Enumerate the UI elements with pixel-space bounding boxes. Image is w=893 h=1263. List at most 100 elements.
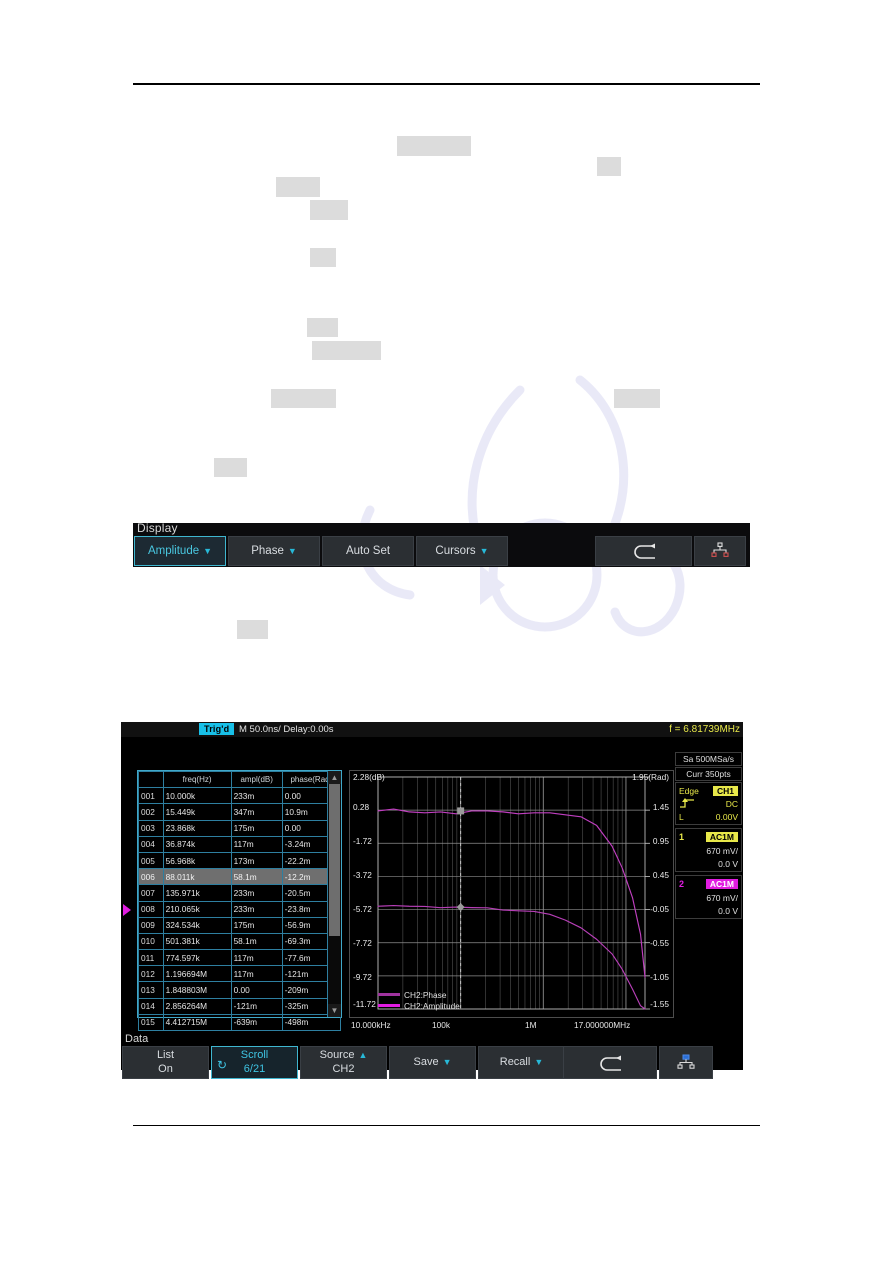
table-row[interactable]: 007 135.971k 233m -20.5m [138, 884, 342, 902]
channel-2-scale: 670 mV/ [706, 892, 738, 903]
channel-2-box[interactable]: 2 AC1M 670 mV/ 0.0 V [675, 875, 742, 919]
data-return-button[interactable] [563, 1046, 657, 1079]
frequency-readout: f = 6.81739MHz [669, 724, 740, 735]
channel-2-coupling: AC1M [705, 879, 738, 889]
table-row[interactable]: 002 15.449k 347m 10.9m [138, 803, 342, 821]
channel-1-box[interactable]: 1 AC1M 670 mV/ 0.0 V [675, 828, 742, 872]
x-tick-3: 17.000000MHz [574, 1020, 631, 1030]
display-button-auto-set[interactable]: Auto Set [322, 536, 414, 566]
chevron-up-icon: ▲ [358, 1050, 368, 1060]
trigger-slope-row: DC [679, 797, 738, 810]
table-cell-idx: 011 [138, 949, 164, 967]
table-cell-a: 0.00 [230, 981, 283, 999]
channel-1-offset-row: 0.0 V [679, 857, 738, 870]
table-row[interactable]: 001 10.000k 233m 0.00 [138, 787, 342, 805]
table-cell-a: 58.1m [230, 868, 283, 886]
table-row[interactable]: 008 210.065k 233m -23.8m [138, 900, 342, 918]
table-cell-f: 36.874k [162, 835, 232, 853]
data-button-value: On [158, 1062, 173, 1075]
measurement-table[interactable]: freq(Hz) ampl(dB) phase(Rad) 001 10.000k 233… [137, 770, 342, 1032]
display-network-button[interactable] [694, 536, 746, 566]
table-row[interactable]: 004 36.874k 117m -3.24m [138, 835, 342, 853]
table-cell-idx: 007 [138, 884, 164, 902]
table-header-2: ampl(dB) [230, 770, 283, 789]
data-button-save[interactable]: Save ▼ [389, 1046, 476, 1079]
bode-plot[interactable]: 2.28(dB) 0.28 -1.72 -3.72 -5.72 -7.72 -9… [349, 770, 674, 1018]
table-cell-a: 117m [230, 965, 283, 983]
right-axis-label-3: 0.45 [652, 870, 669, 880]
table-row[interactable]: 013 1.848803M 0.00 -209m [138, 981, 342, 999]
header-rule [133, 83, 760, 85]
scroll-up-icon[interactable]: ▲ [328, 771, 341, 784]
chevron-down-icon: ▼ [479, 545, 489, 556]
left-axis-label-1: 0.28 [353, 802, 370, 812]
measurement-table-grid: freq(Hz) ampl(dB) phase(Rad) 001 10.000k 233… [138, 770, 342, 1032]
x-tick-1: 100k [432, 1020, 450, 1030]
table-row[interactable]: 015 4.412715M -639m -498m [138, 1013, 342, 1032]
table-cell-a: 233m [230, 884, 283, 902]
table-row[interactable]: 014 2.856264M -121m -325m [138, 997, 342, 1015]
scope-body: freq(Hz) ampl(dB) phase(Rad) 001 10.000k 233… [121, 737, 743, 1047]
table-header-row: freq(Hz) ampl(dB) phase(Rad) [138, 770, 342, 789]
table-cell-idx: 010 [138, 932, 164, 951]
data-button-source[interactable]: Source ▲ CH2 [300, 1046, 387, 1079]
table-cell-idx: 006 [138, 868, 164, 886]
table-body: 001 10.000k 233m 0.00 002 15.449k 347m 10.9m 003… [138, 787, 342, 1032]
table-cell-f: 56.968k [162, 851, 232, 870]
redacted-block-5 [307, 318, 338, 337]
sample-rate-box: Sa 500MSa/s [675, 752, 742, 766]
scrollbar-thumb[interactable] [329, 784, 340, 936]
display-return-button[interactable] [595, 536, 692, 566]
left-axis-label-2: -1.72 [353, 836, 372, 846]
table-cell-idx: 002 [138, 803, 164, 821]
data-button-label: Scroll [240, 1048, 269, 1061]
redacted-block-0 [397, 136, 471, 156]
data-button-value: 6/21 [243, 1062, 266, 1075]
table-cell-idx: 012 [138, 965, 164, 983]
bode-plot-canvas [377, 776, 650, 1010]
data-network-button[interactable] [659, 1046, 713, 1079]
timebase-readout: M 50.0ns/ Delay:0.00s [239, 724, 334, 735]
trigger-box[interactable]: Edge CH1 DC L 0.00V [675, 782, 742, 825]
table-row[interactable]: 011 774.597k 117m -77.6m [138, 949, 342, 967]
table-cell-idx: 005 [138, 851, 164, 870]
display-button-cursors[interactable]: Cursors ▼ [416, 536, 508, 566]
table-row[interactable]: 003 23.868k 175m 0.00 [138, 819, 342, 837]
left-axis-label-3: -3.72 [353, 870, 372, 880]
table-cell-f: 15.449k [162, 803, 232, 821]
table-cell-f: 774.597k [162, 949, 232, 967]
trigger-type-row: Edge CH1 [679, 784, 738, 797]
table-scrollbar[interactable]: ▲ ▼ [327, 771, 341, 1017]
table-header-0 [138, 770, 164, 789]
table-row[interactable]: 006 88.011k 58.1m -12.2m [138, 868, 342, 886]
x-tick-2: 1M [525, 1020, 537, 1030]
data-button-label: Recall [499, 1055, 531, 1068]
redacted-block-9 [214, 458, 247, 477]
table-cell-idx: 003 [138, 819, 164, 837]
return-arrow-icon [633, 543, 655, 559]
data-button-list[interactable]: List On [122, 1046, 209, 1079]
table-cell-a: 117m [230, 835, 283, 853]
refresh-icon: ↻ [217, 1058, 228, 1072]
display-button-amplitude[interactable]: Amplitude ▼ [134, 536, 226, 566]
data-button-scroll[interactable]: ↻ Scroll 6/21 [211, 1046, 298, 1079]
scope-top-status-bar: Trig'd M 50.0ns/ Delay:0.00s f = 6.81739… [121, 722, 743, 737]
table-cell-f: 1.848803M [162, 981, 232, 999]
channel-1-header: 1 AC1M [679, 830, 738, 844]
legend-swatch-phase [378, 993, 400, 996]
display-button-phase[interactable]: Phase ▼ [228, 536, 320, 566]
channel-1-offset: 0.0 V [718, 858, 738, 869]
x-axis-ticks: 10.000kHz 100k 1M 17.000000MHz [349, 1020, 674, 1034]
table-row[interactable]: 009 324.534k 175m -56.9m [138, 916, 342, 934]
network-icon [677, 1054, 695, 1069]
table-cell-f: 4.412715M [162, 1013, 232, 1032]
table-cell-f: 501.381k [162, 932, 232, 951]
data-button-recall[interactable]: Recall ▼ [478, 1046, 565, 1079]
table-row[interactable]: 005 56.968k 173m -22.2m [138, 851, 342, 870]
table-row[interactable]: 010 501.381k 58.1m -69.3m [138, 932, 342, 951]
table-row[interactable]: 012 1.196694M 117m -121m [138, 965, 342, 983]
trigger-status-badge: Trig'd [199, 723, 235, 735]
scroll-down-icon[interactable]: ▼ [328, 1004, 341, 1017]
table-cell-a: 175m [230, 916, 283, 934]
legend-entry-phase: CH2:Phase [378, 989, 460, 1000]
